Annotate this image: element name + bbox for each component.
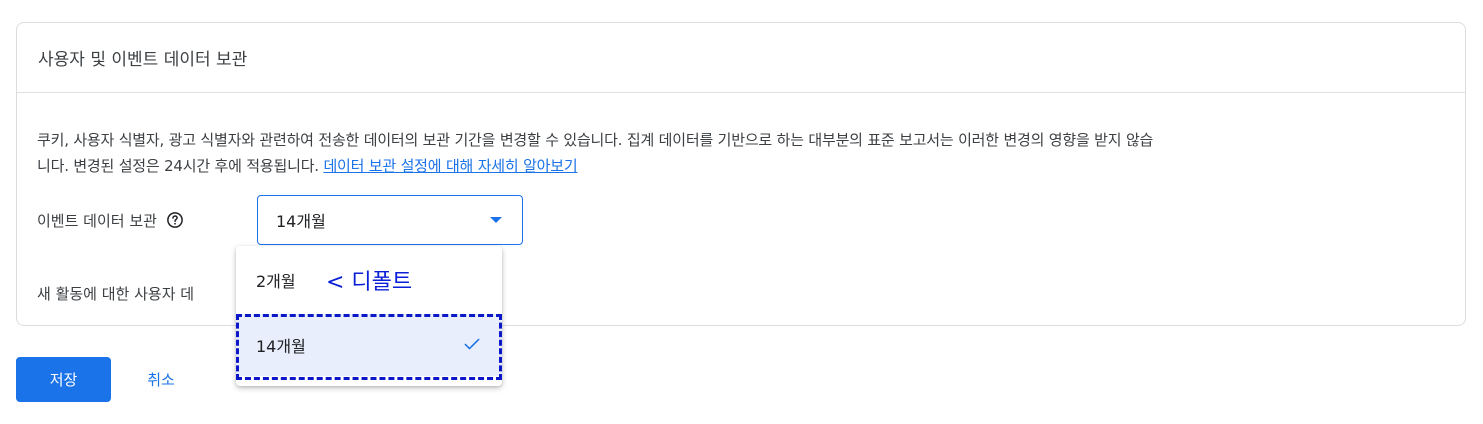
option-2-months[interactable]: 2개월 < 디폴트 <box>236 246 502 314</box>
option-label: 14개월 <box>256 337 306 356</box>
user-data-reset-label: 새 활동에 대한 사용자 데 <box>37 285 195 303</box>
description-text-2: 니다. 변경된 설정은 24시간 후에 적용됩니다. <box>37 157 324 175</box>
option-label: 2개월 <box>256 272 296 291</box>
save-button[interactable]: 저장 <box>16 357 111 402</box>
select-value: 14개월 <box>276 212 326 231</box>
option-14-months[interactable]: 14개월 <box>236 314 502 376</box>
check-icon <box>462 334 482 358</box>
event-retention-label: 이벤트 데이터 보관 <box>37 211 157 230</box>
retention-description: 쿠키, 사용자 식별자, 광고 식별자와 관련하여 전송한 데이터의 보관 기간… <box>37 127 1457 179</box>
default-annotation: < 디폴트 <box>326 270 413 295</box>
event-retention-select[interactable]: 14개월 <box>257 195 523 245</box>
card-title: 사용자 및 이벤트 데이터 보관 <box>17 23 1465 93</box>
event-retention-row: 이벤트 데이터 보관 14개월 <box>37 195 523 245</box>
retention-options-menu: 2개월 < 디폴트 14개월 <box>236 246 502 386</box>
description-text-1: 쿠키, 사용자 식별자, 광고 식별자와 관련하여 전송한 데이터의 보관 기간… <box>37 131 1154 149</box>
dropdown-arrow-icon <box>490 217 502 223</box>
cancel-button[interactable]: 취소 <box>131 357 191 402</box>
help-circle-icon[interactable] <box>165 210 185 230</box>
learn-more-link[interactable]: 데이터 보관 설정에 대해 자세히 알아보기 <box>323 157 577 175</box>
data-retention-card: 사용자 및 이벤트 데이터 보관 쿠키, 사용자 식별자, 광고 식별자와 관련… <box>16 22 1466 326</box>
